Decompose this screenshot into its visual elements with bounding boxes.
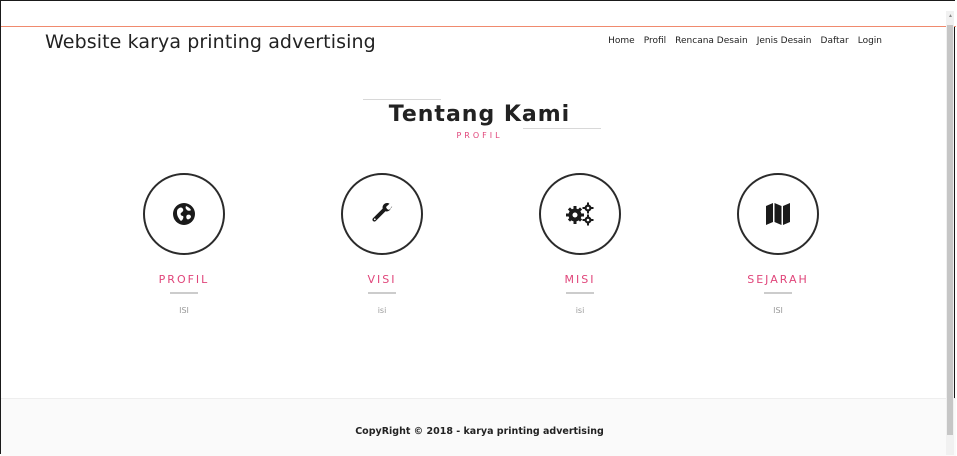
- scrollbar-thumb[interactable]: [947, 25, 953, 435]
- vertical-scrollbar[interactable]: ▲: [946, 11, 954, 455]
- map-icon: [766, 203, 790, 225]
- top-bar: [1, 1, 956, 27]
- title-decor-line-top: [363, 99, 441, 100]
- feature-text: isi: [377, 306, 387, 315]
- nav-home[interactable]: Home: [608, 36, 635, 46]
- site-brand[interactable]: Website karya printing advertising: [45, 31, 376, 53]
- feature-misi: MISI isi: [520, 173, 640, 315]
- feature-text: ISI: [773, 306, 783, 315]
- feature-divider: [566, 292, 594, 294]
- feature-icon-circle[interactable]: [341, 173, 423, 255]
- feature-divider: [170, 292, 198, 294]
- feature-icon-circle[interactable]: [143, 173, 225, 255]
- scroll-up-arrow-icon[interactable]: ▲: [948, 13, 953, 19]
- gears-icon: [566, 202, 594, 226]
- feature-text: ISI: [179, 306, 189, 315]
- section-subtitle: PROFIL: [456, 131, 503, 140]
- section-title: Tentang Kami: [388, 102, 571, 127]
- feature-title: SEJARAH: [747, 273, 809, 286]
- globe-icon: [173, 203, 195, 225]
- feature-icon-circle[interactable]: [737, 173, 819, 255]
- nav-rencana-desain[interactable]: Rencana Desain: [675, 36, 748, 46]
- feature-divider: [368, 292, 396, 294]
- nav-login[interactable]: Login: [858, 36, 882, 46]
- feature-text: isi: [575, 306, 585, 315]
- nav-daftar[interactable]: Daftar: [821, 36, 849, 46]
- feature-divider: [764, 292, 792, 294]
- browser-frame: Website karya printing advertising Home …: [0, 0, 956, 456]
- feature-title: PROFIL: [158, 273, 210, 286]
- feature-profil: PROFIL ISI: [124, 173, 244, 315]
- feature-title: VISI: [367, 273, 397, 286]
- footer-copyright: CopyRight © 2018 - karya printing advert…: [355, 426, 604, 437]
- title-decor-line-bottom: [523, 128, 601, 129]
- feature-sejarah: SEJARAH ISI: [718, 173, 838, 315]
- nav-jenis-desain[interactable]: Jenis Desain: [757, 36, 812, 46]
- feature-icon-circle[interactable]: [539, 173, 621, 255]
- nav-profil[interactable]: Profil: [644, 36, 666, 46]
- feature-visi: VISI isi: [322, 173, 442, 315]
- wrench-icon: [372, 203, 393, 222]
- main-nav: Home Profil Rencana Desain Jenis Desain …: [608, 36, 882, 46]
- feature-title: MISI: [564, 273, 596, 286]
